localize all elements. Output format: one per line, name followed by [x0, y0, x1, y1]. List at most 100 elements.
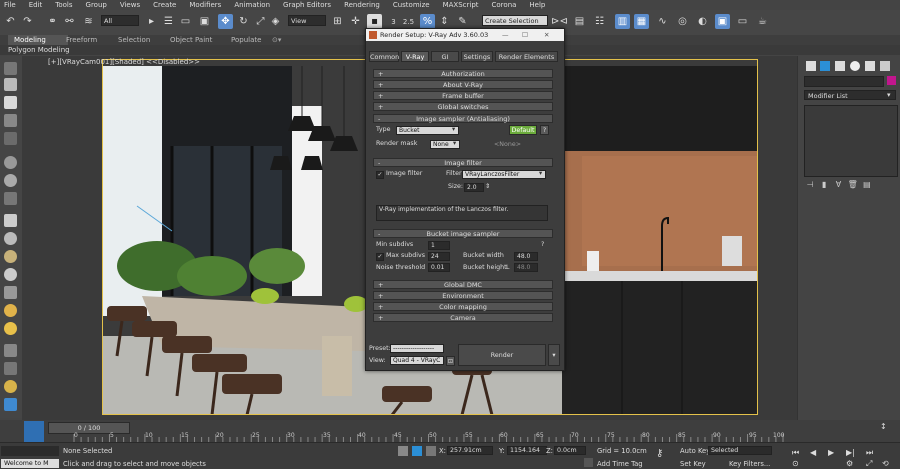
place-icon[interactable]: ◈ — [268, 14, 283, 29]
filter-size-field[interactable]: 2.0 — [464, 183, 484, 192]
help-button[interactable]: ? — [540, 125, 549, 135]
menu-create[interactable]: Create — [149, 0, 176, 10]
ribbon-tab-freeform[interactable]: Freeform — [60, 35, 103, 45]
lock-view-icon[interactable]: ⊡ — [446, 356, 455, 366]
bucket-lock-toggle[interactable]: L — [506, 264, 510, 271]
minimize-icon[interactable]: — — [502, 29, 509, 41]
rollout-global-switches[interactable]: + Global switches — [373, 102, 553, 111]
min-subdivs-field[interactable]: 1 — [428, 241, 450, 250]
ribbon-tab-object-paint[interactable]: Object Paint — [164, 35, 218, 45]
biped-icon[interactable] — [4, 362, 17, 375]
scene-explorer-icon[interactable] — [4, 96, 17, 109]
orbit-icon[interactable]: ⟲ — [882, 459, 889, 468]
angle-snap-toggle-icon[interactable]: 2.5 — [401, 14, 416, 29]
cone-icon[interactable] — [4, 250, 17, 263]
rollout-environment[interactable]: + Environment — [373, 291, 553, 300]
ribbon-tab-populate[interactable]: Populate — [225, 35, 267, 45]
remove-modifier-icon[interactable]: 🗑 — [847, 180, 859, 189]
rollout-global-dmc[interactable]: + Global DMC — [373, 280, 553, 289]
snaps-toggle-icon[interactable]: 3 — [386, 14, 401, 29]
rollout-bucket-sampler[interactable]: - Bucket image sampler — [373, 229, 553, 238]
select-and-move-icon[interactable]: ✥ — [218, 14, 233, 29]
rollout-authorization[interactable]: + Authorization — [373, 69, 553, 78]
toggle-scene-explorer-icon[interactable]: ▥ — [615, 14, 630, 29]
tab-vray[interactable]: V-Ray — [401, 51, 429, 62]
modifier-stack[interactable] — [804, 105, 898, 177]
torus-icon[interactable] — [4, 268, 17, 281]
rendered-frame-window-icon[interactable]: ▭ — [735, 14, 750, 29]
timeline[interactable]: 0 / 100 0 5 10 15 20 25 30 35 40 45 50 5… — [0, 420, 900, 442]
menu-modifiers[interactable]: Modifiers — [185, 0, 221, 10]
modifier-list-dropdown[interactable]: Modifier List — [804, 90, 896, 100]
x-coord-field[interactable]: 257.91cm — [447, 446, 493, 455]
unlink-icon[interactable]: ⚯ — [62, 14, 77, 29]
align-icon[interactable]: ▤ — [572, 14, 587, 29]
show-end-result-icon[interactable]: ▮ — [818, 180, 830, 189]
window-crossing-icon[interactable]: ▣ — [197, 14, 212, 29]
bulb-icon[interactable] — [4, 156, 17, 169]
expand-icon[interactable]: ↕ — [880, 422, 887, 431]
render-production-icon[interactable]: ☕ — [755, 14, 770, 29]
tab-render-elements[interactable]: Render Elements — [495, 51, 558, 62]
object-color-swatch[interactable] — [887, 76, 896, 85]
rollout-about-vray[interactable]: + About V-Ray — [373, 80, 553, 89]
menu-customize[interactable]: Customize — [389, 0, 430, 10]
curve-editor-icon[interactable]: ∿ — [655, 14, 670, 29]
layer-explorer-icon[interactable]: ☷ — [592, 14, 607, 29]
select-by-name-icon[interactable]: ☰ — [161, 14, 176, 29]
auto-key-button[interactable]: Auto Key — [680, 447, 710, 455]
selection-lock-icon[interactable] — [412, 446, 422, 456]
render-setup-icon[interactable]: ▣ — [715, 14, 730, 29]
view-select[interactable]: Quad 4 - VRayC — [390, 356, 444, 365]
pyramid-icon[interactable] — [4, 286, 17, 299]
link-icon[interactable]: ⚭ — [45, 14, 60, 29]
select-and-rotate-icon[interactable]: ↻ — [236, 14, 251, 29]
toggle-ribbon-icon[interactable]: ▦ — [634, 14, 649, 29]
utilities-panel-icon[interactable] — [880, 61, 890, 71]
absolute-mode-icon[interactable] — [426, 446, 436, 456]
filter-select[interactable]: VRayLanczosFilter — [462, 170, 546, 179]
menu-file[interactable]: File — [0, 0, 16, 10]
isolate-selection-icon[interactable] — [398, 446, 408, 456]
go-to-start-icon[interactable]: ⏮ — [792, 448, 799, 458]
rollout-image-sampler[interactable]: - Image sampler (Antialiasing) — [373, 114, 553, 123]
render-button[interactable]: Render — [458, 344, 546, 366]
sphere-icon[interactable] — [4, 232, 17, 245]
rollout-image-filter[interactable]: - Image filter — [373, 158, 553, 167]
add-time-tag[interactable]: Add Time Tag — [597, 460, 643, 468]
bind-space-warp-icon[interactable]: ≋ — [81, 14, 96, 29]
previous-frame-icon[interactable]: ◀ — [810, 448, 816, 457]
rectangular-selection-icon[interactable]: ▭ — [178, 14, 193, 29]
motion-panel-icon[interactable] — [850, 61, 860, 71]
max-subdivs-checkbox[interactable]: ✓ — [376, 253, 384, 261]
ribbon-panel-title[interactable]: Polygon Modeling — [8, 45, 70, 55]
menu-tools[interactable]: Tools — [51, 0, 72, 10]
maxscript-mini-listener[interactable]: Welcome to M — [1, 459, 59, 468]
render-icon[interactable] — [4, 380, 17, 393]
create-panel-icon[interactable] — [806, 61, 816, 71]
next-frame-icon[interactable]: ▶| — [846, 448, 855, 457]
preset-select[interactable]: ------------------- — [390, 344, 444, 353]
menu-graph-editors[interactable]: Graph Editors — [279, 0, 331, 10]
keyboard-shortcut-override-icon[interactable]: ▪ — [367, 14, 382, 29]
render-options-icon[interactable]: ▾ — [548, 344, 560, 366]
ribbon-tab-selection[interactable]: Selection — [112, 35, 156, 45]
go-to-end-icon[interactable]: ⏭ — [866, 448, 873, 458]
light-icon[interactable] — [4, 322, 17, 335]
menu-views[interactable]: Views — [116, 0, 140, 10]
schematic-view-icon[interactable]: ◎ — [675, 14, 690, 29]
ribbon-options-icon[interactable]: ⊙▾ — [272, 36, 281, 44]
z-coord-field[interactable]: 0.0cm — [554, 446, 586, 455]
redo-icon[interactable]: ↷ — [20, 14, 35, 29]
select-object-icon[interactable]: ▸ — [144, 14, 159, 29]
layer-icon[interactable] — [4, 78, 17, 91]
spinner-snap-icon[interactable]: ⇕ — [437, 14, 452, 29]
display-panel-icon[interactable] — [4, 114, 17, 127]
sampler-type-select[interactable]: Bucket — [396, 126, 459, 135]
ribbon-tab-modeling[interactable]: Modeling — [8, 35, 68, 45]
mirror-icon[interactable]: ⊳⊲ — [551, 14, 568, 29]
key-filters-button[interactable]: Key Filters... — [729, 460, 770, 468]
maxscript-listener-top[interactable] — [1, 446, 59, 456]
rollout-camera[interactable]: + Camera — [373, 313, 553, 322]
sun-icon[interactable] — [4, 304, 17, 317]
